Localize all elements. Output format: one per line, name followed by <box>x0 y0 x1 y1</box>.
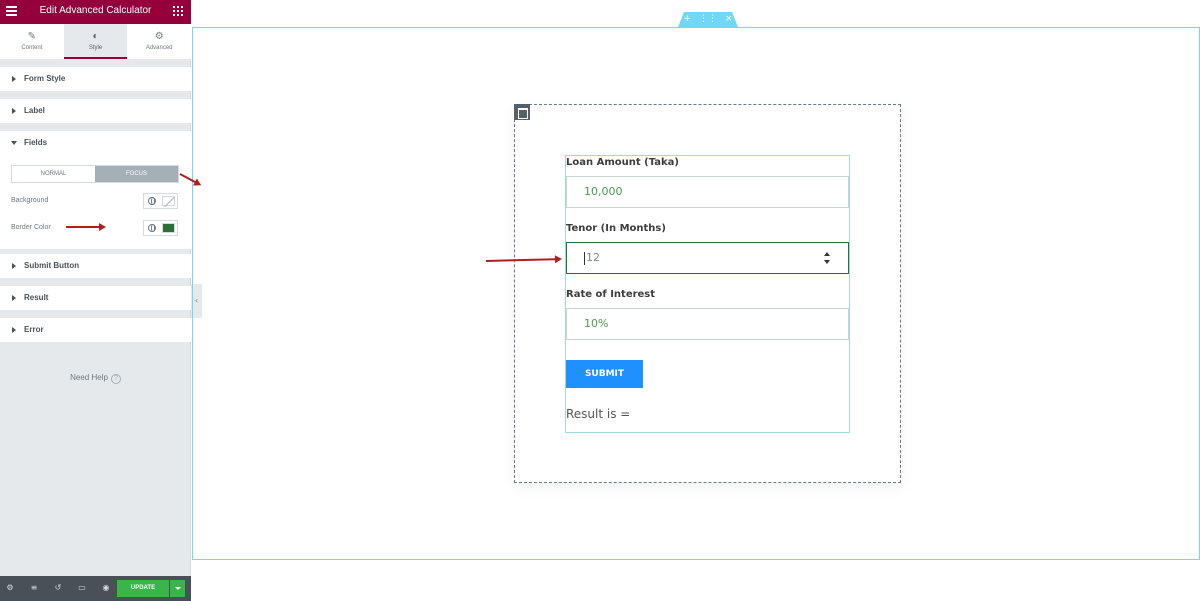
section-label[interactable]: Label <box>0 99 191 123</box>
fields-controls: NORMAL FOCUS Background Border Color <box>0 155 191 249</box>
add-section-icon[interactable]: + <box>683 12 691 27</box>
pencil-icon: ✎ <box>27 31 37 42</box>
section-form-style-label: Form Style <box>24 74 66 83</box>
update-button[interactable]: UPDATE <box>117 580 169 597</box>
tab-advanced[interactable]: ⚙ Advanced <box>127 24 191 59</box>
half-circle-icon: ◐ <box>92 31 99 42</box>
globe-icon[interactable] <box>148 197 156 205</box>
loan-amount-input[interactable]: 10,000 <box>566 176 849 208</box>
section-result[interactable]: Result <box>0 286 191 310</box>
responsive-icon[interactable]: ▭ <box>77 583 87 593</box>
text-cursor <box>584 251 585 265</box>
number-spinner-icon[interactable] <box>824 252 830 264</box>
loan-amount-label: Loan Amount (Taka) <box>566 157 679 168</box>
rate-of-interest-value: 10% <box>584 317 609 330</box>
rate-of-interest-input[interactable]: 10% <box>566 308 849 340</box>
panel-header: Edit Advanced Calculator <box>0 0 191 24</box>
tab-style[interactable]: ◐ Style <box>63 24 128 59</box>
caret-right-icon <box>12 295 16 301</box>
update-options-caret-icon[interactable] <box>170 580 185 597</box>
result-text: Result is = <box>566 407 631 421</box>
section-submit-button[interactable]: Submit Button <box>0 254 191 278</box>
tab-content-label: Content <box>21 45 43 51</box>
normal-tab[interactable]: NORMAL <box>12 166 95 182</box>
normal-focus-toggle: NORMAL FOCUS <box>11 165 179 183</box>
focus-tab[interactable]: FOCUS <box>95 166 178 182</box>
section-error-label: Error <box>24 325 44 334</box>
widgets-grid-icon[interactable] <box>173 6 183 16</box>
rate-of-interest-label: Rate of Interest <box>566 289 656 300</box>
settings-gear-icon[interactable]: ⚙ <box>5 583 15 593</box>
section-label-label: Label <box>24 106 45 115</box>
caret-down-icon <box>11 141 17 145</box>
section-form-style[interactable]: Form Style <box>0 67 191 91</box>
section-fields-header[interactable]: Fields <box>0 131 191 155</box>
border-color-label: Border Color <box>11 224 51 231</box>
question-circle-icon: ? <box>110 374 121 384</box>
tenor-label: Tenor (In Months) <box>566 223 666 234</box>
tab-advanced-label: Advanced <box>145 45 173 51</box>
panel-tabs: ✎ Content ◐ Style ⚙ Advanced <box>0 24 191 60</box>
history-icon[interactable]: ↺ <box>53 583 63 593</box>
tab-content[interactable]: ✎ Content <box>0 24 64 59</box>
caret-right-icon <box>12 76 16 82</box>
tenor-value: 12 <box>586 251 600 264</box>
annotation-arrow-border-color <box>66 223 106 231</box>
background-label: Background <box>11 197 49 204</box>
need-help-link[interactable]: Need Help? <box>0 373 191 384</box>
gear-icon: ⚙ <box>154 31 164 42</box>
column-handle-icon[interactable] <box>514 104 530 120</box>
background-control <box>143 193 178 209</box>
submit-button[interactable]: SUBMIT <box>566 360 643 388</box>
background-color-swatch[interactable] <box>162 196 175 206</box>
section-error[interactable]: Error <box>0 318 191 342</box>
section-result-label: Result <box>24 293 49 302</box>
caret-right-icon <box>12 263 16 269</box>
panel-footer: ⚙ ≡ ↺ ▭ ◉ UPDATE <box>0 576 191 601</box>
tab-style-label: Style <box>88 45 103 51</box>
border-color-swatch[interactable] <box>162 223 175 233</box>
editor-panel: Edit Advanced Calculator ✎ Content ◐ Sty… <box>0 0 191 601</box>
section-fields-label: Fields <box>24 138 48 147</box>
section-handle[interactable]: + ⋮⋮ × <box>678 12 738 27</box>
need-help-label: Need Help <box>70 373 108 382</box>
drag-handle-icon[interactable]: ⋮⋮ <box>699 12 717 27</box>
layers-icon[interactable]: ≡ <box>29 583 39 593</box>
border-color-control <box>143 220 178 236</box>
caret-right-icon <box>12 327 16 333</box>
panel-title: Edit Advanced Calculator <box>39 5 152 16</box>
section-submit-button-label: Submit Button <box>24 261 80 270</box>
close-icon[interactable]: × <box>725 12 733 27</box>
preview-eye-icon[interactable]: ◉ <box>101 583 111 593</box>
globe-icon[interactable] <box>148 224 156 232</box>
section-fields: Fields NORMAL FOCUS Background Border Co… <box>0 131 191 249</box>
caret-right-icon <box>12 108 16 114</box>
tenor-input[interactable]: 12 <box>566 242 849 274</box>
loan-amount-value: 10,000 <box>584 185 623 198</box>
